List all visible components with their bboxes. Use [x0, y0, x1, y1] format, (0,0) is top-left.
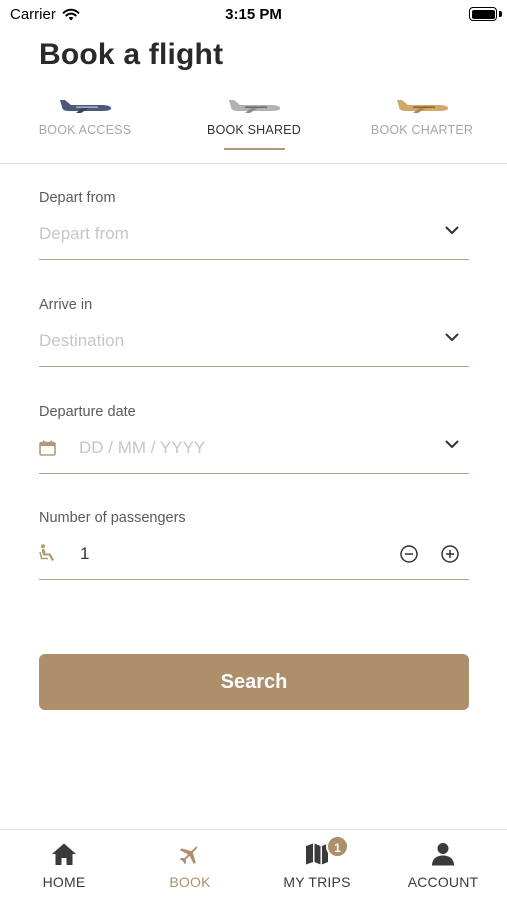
nav-home[interactable]: HOME	[1, 830, 127, 900]
arrive-label: Arrive in	[39, 297, 93, 313]
chevron-down-icon[interactable]	[445, 226, 459, 235]
plane-access-icon	[60, 100, 112, 113]
decrement-icon[interactable]	[400, 545, 418, 563]
nav-book[interactable]: BOOK	[127, 830, 253, 900]
tab-book-shared[interactable]: BOOK SHARED	[184, 92, 324, 162]
trips-badge: 1	[326, 835, 349, 858]
increment-icon[interactable]	[441, 545, 459, 563]
depart-label: Depart from	[39, 190, 116, 206]
plane-icon	[179, 845, 198, 865]
nav-label: MY TRIPS	[283, 874, 351, 890]
flight-type-tabs: BOOK ACCESS BOOK SHARED BOOK CHARTER	[0, 92, 507, 164]
depart-input[interactable]: Depart from	[39, 224, 129, 244]
tab-book-charter[interactable]: BOOK CHARTER	[352, 92, 492, 162]
arrive-field[interactable]: Arrive in Destination	[39, 297, 469, 367]
passengers-count: 1	[80, 544, 90, 563]
date-field[interactable]: Departure date DD / MM / YYYY	[39, 404, 469, 474]
date-label: Departure date	[39, 404, 136, 420]
plane-shared-icon	[229, 100, 281, 113]
search-button[interactable]: Search	[39, 654, 469, 710]
person-icon	[432, 843, 454, 866]
nav-account[interactable]: ACCOUNT	[380, 830, 506, 900]
chevron-down-icon[interactable]	[445, 440, 459, 449]
battery-icon	[469, 7, 497, 21]
tab-label: BOOK CHARTER	[370, 123, 474, 137]
tab-label: BOOK ACCESS	[38, 123, 132, 137]
tab-book-access[interactable]: BOOK ACCESS	[15, 92, 155, 162]
tab-label: BOOK SHARED	[207, 123, 301, 137]
destination-input[interactable]: Destination	[39, 331, 124, 351]
status-bar: Carrier 3:15 PM	[0, 0, 507, 30]
home-icon	[52, 843, 76, 865]
plane-charter-icon	[397, 100, 449, 113]
page-title: Book a flight	[39, 38, 224, 71]
nav-label: BOOK	[169, 874, 211, 890]
depart-field[interactable]: Depart from Depart from	[39, 190, 469, 260]
date-input[interactable]: DD / MM / YYYY	[79, 438, 205, 458]
status-time: 3:15 PM	[225, 6, 282, 23]
nav-label: HOME	[42, 874, 86, 890]
calendar-icon	[39, 440, 56, 456]
active-tab-indicator	[224, 148, 285, 150]
passengers-field: Number of passengers 1	[39, 510, 469, 580]
seat-icon	[39, 544, 54, 561]
nav-my-trips[interactable]: 1 MY TRIPS	[254, 830, 380, 900]
passengers-label: Number of passengers	[39, 510, 186, 526]
nav-label: ACCOUNT	[407, 874, 479, 890]
chevron-down-icon[interactable]	[445, 333, 459, 342]
bottom-nav: HOME BOOK 1 MY TRIPS ACCOUNT	[0, 829, 507, 900]
